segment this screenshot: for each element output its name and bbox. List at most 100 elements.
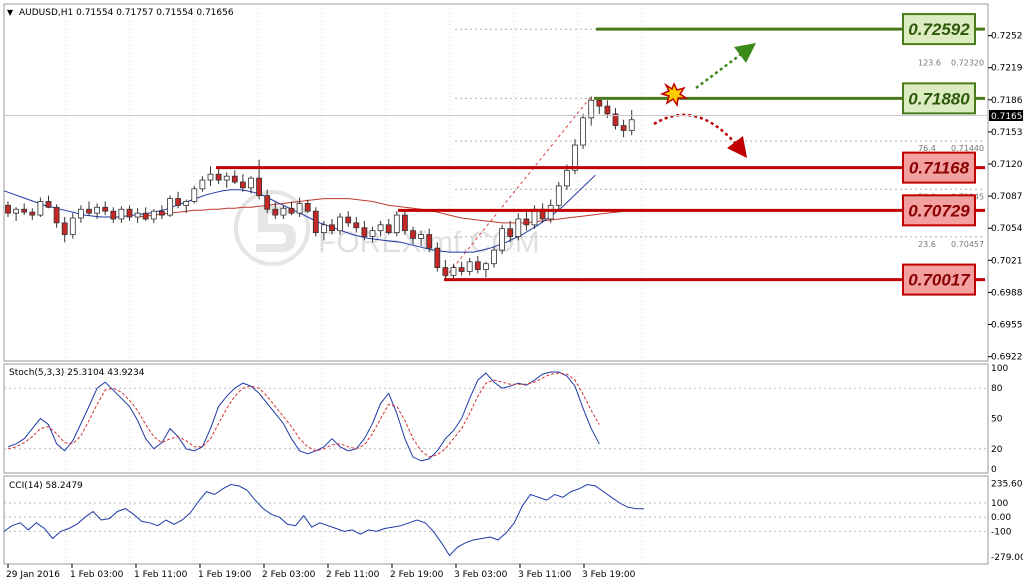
price-tick-label: 0.70545 [991, 224, 1023, 234]
cci-title: CCI(14) 58.2479 [9, 481, 83, 491]
time-tick-label: 3 Feb 03:00 [454, 570, 508, 580]
time-tick-label: 2 Feb 11:00 [326, 570, 380, 580]
candle-body [361, 227, 368, 237]
price-panel-frame [3, 3, 989, 362]
candle-body [499, 228, 506, 251]
cci-axis: 235.606 100 0.00 -100 -279.00 [991, 480, 1023, 563]
stoch-tick-label: 50 [991, 415, 1003, 425]
candle-body [604, 105, 611, 115]
price-tick-label: 0.71535 [991, 128, 1023, 138]
candle-body [150, 210, 157, 220]
candle-body [596, 99, 603, 107]
candle-body [183, 201, 190, 206]
candle-body [450, 267, 457, 276]
candle-body [78, 208, 84, 219]
cci-tick-label: 235.606 [991, 480, 1023, 490]
candle-body [507, 228, 514, 237]
candle-body [142, 212, 149, 220]
candle-body [264, 195, 271, 210]
candle-body [158, 210, 165, 216]
candle-body [547, 204, 554, 220]
candle-body [94, 206, 100, 214]
candle-body [45, 201, 52, 208]
candle-body [102, 206, 109, 212]
candle-body [385, 224, 392, 233]
candle-body [369, 230, 376, 237]
candle-body [434, 247, 441, 269]
candle-body [256, 177, 263, 197]
candle-body [410, 230, 416, 239]
price-tick-label: 0.69885 [991, 288, 1023, 298]
time-tick-label: 1 Feb 19:00 [198, 570, 252, 580]
price-tick-label: 0.72195 [991, 64, 1023, 74]
time-axis: 29 Jan 2016 1 Feb 03:00 1 Feb 11:00 1 Feb 1… [6, 564, 636, 580]
candle-body [418, 234, 425, 239]
price-tick-label: 0.71205 [991, 160, 1023, 170]
candle-body [353, 222, 360, 229]
price-axis: 0.72525 0.72195 0.71865 0.71535 0.71205 0.708… [988, 32, 1023, 363]
candle-body [401, 214, 408, 232]
cci-tick-label: -279.00 [991, 553, 1023, 563]
price-tick-label: 0.70875 [991, 192, 1023, 202]
candle-body [296, 203, 303, 214]
fib-price-label: 0.70457 [951, 240, 984, 249]
time-tick-label: 2 Feb 03:00 [262, 570, 316, 580]
price-tick-label: 0.69555 [991, 321, 1023, 331]
price-tick-label: 0.69225 [991, 353, 1023, 363]
time-tick-label: 29 Jan 2016 [6, 570, 60, 580]
price-tick-label: 0.70215 [991, 256, 1023, 266]
candle-body [207, 173, 214, 181]
candle-body [620, 125, 627, 131]
current-price-label: 0.71656 [991, 112, 1023, 122]
candle-body [110, 210, 117, 220]
price-tick-label: 0.72525 [991, 32, 1023, 42]
candle-body [426, 234, 433, 249]
candle-body [167, 198, 173, 216]
candle-body [53, 206, 60, 224]
time-tick-label: 3 Feb 11:00 [518, 570, 572, 580]
price-tick-label: 0.71865 [991, 96, 1023, 106]
candle-body [199, 179, 206, 190]
candle-body [304, 203, 311, 212]
stoch-tick-label: 20 [991, 445, 1003, 455]
candle-body [248, 177, 254, 189]
candle-body [61, 222, 68, 235]
candle-body [175, 198, 182, 206]
time-tick-label: 3 Feb 19:00 [582, 570, 636, 580]
candle-body [377, 224, 384, 232]
candle-body [523, 218, 530, 226]
level-label-0.71168: 0.71168 [909, 159, 970, 178]
candle-body [580, 117, 586, 146]
price-chart-svg: FOREXimf.COM 123.60.7232076.40.7144050.0… [3, 3, 1023, 580]
level-label-0.70017: 0.70017 [908, 271, 971, 290]
candle-body [555, 185, 562, 206]
time-tick-label: 1 Feb 03:00 [70, 570, 124, 580]
stoch-tick-label: 0 [991, 465, 997, 475]
menu-dropdown-icon[interactable]: ▼ [7, 8, 14, 17]
candle-body [393, 214, 400, 233]
candle-body [118, 208, 125, 220]
candle-body [320, 224, 327, 233]
time-tick-label: 2 Feb 19:00 [390, 570, 444, 580]
candle-body [482, 263, 489, 270]
candle-body [215, 173, 222, 181]
candle-body [329, 224, 335, 232]
candle-body [231, 175, 238, 183]
time-tick-label: 1 Feb 11:00 [134, 570, 188, 580]
candle-body [280, 207, 287, 216]
candle-body [312, 210, 319, 233]
candle-body [474, 261, 481, 270]
level-label-0.70729: 0.70729 [908, 201, 970, 220]
cci-tick-label: 100 [991, 499, 1008, 509]
candle-body [515, 218, 522, 237]
fib-ratio-label: 23.6 [918, 240, 936, 249]
stochastic-axis: 100 80 50 20 0 [991, 364, 1008, 475]
symbol-header: AUDUSD,H1 0.71554 0.71757 0.71554 0.7165… [19, 8, 234, 18]
candle-body [272, 208, 279, 216]
candle-body [191, 188, 198, 202]
candle-body [21, 208, 28, 213]
fib-ratio-label: 123.6 [918, 59, 941, 68]
candle-body [442, 267, 449, 276]
cci-panel-frame [3, 475, 989, 565]
candle-body [466, 261, 473, 272]
